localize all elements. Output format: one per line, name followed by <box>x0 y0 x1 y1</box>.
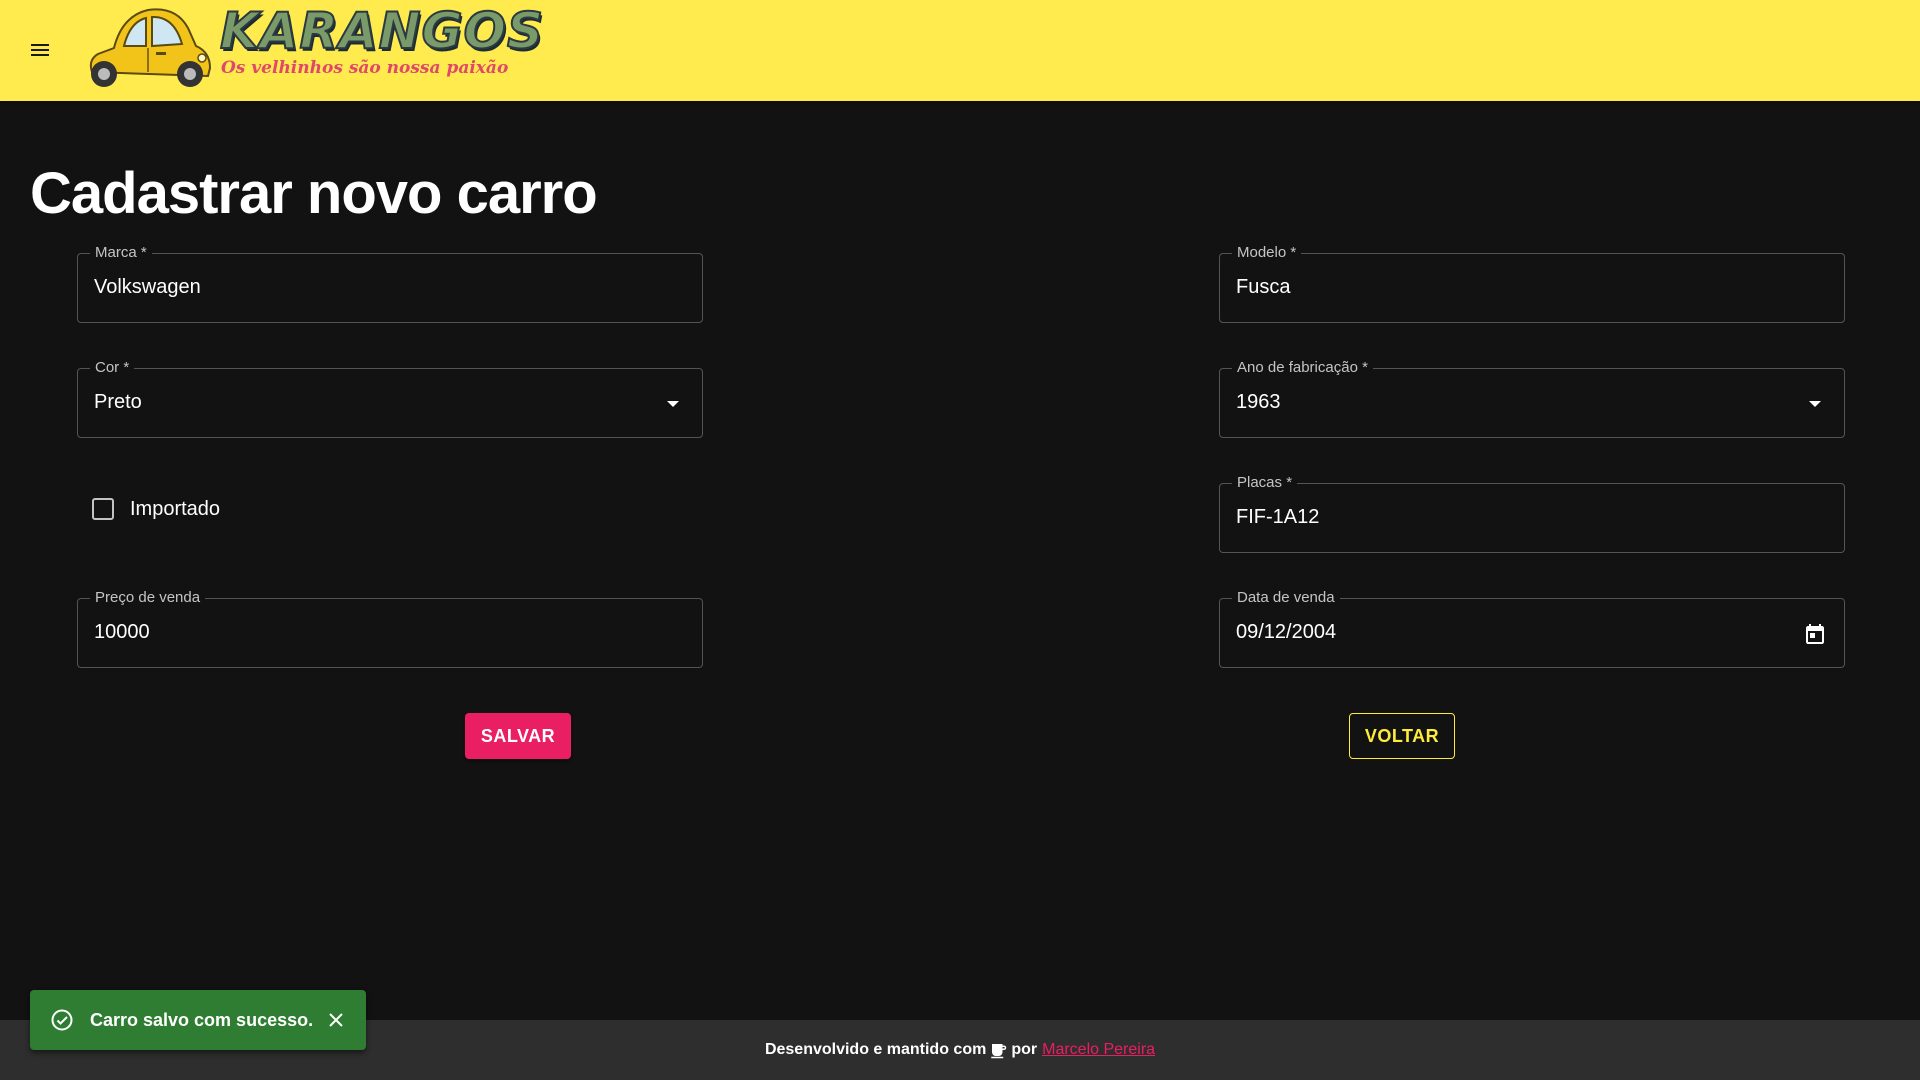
app-bar: KARANGOS Os velhinhos são nossa paixão <box>0 0 1920 101</box>
dropdown-arrow-icon[interactable] <box>660 391 686 417</box>
preco-venda-field[interactable]: Preço de venda 10000 <box>77 589 703 668</box>
success-snackbar: Carro salvo com sucesso. <box>30 990 366 1050</box>
logo[interactable]: KARANGOS Os velhinhos são nossa paixão <box>84 1 544 94</box>
marca-label: Marca * <box>90 244 152 261</box>
coffee-icon <box>991 1044 1007 1059</box>
ano-value[interactable]: 1963 <box>1236 391 1281 414</box>
preco-label: Preço de venda <box>90 589 206 606</box>
car-logo-image <box>89 8 212 87</box>
placas-value[interactable]: FIF-1A12 <box>1236 506 1319 529</box>
calendar-icon[interactable] <box>1802 621 1828 647</box>
placas-field[interactable]: Placas * FIF-1A12 <box>1219 474 1845 553</box>
logo-subtitle: Os velhinhos são nossa paixão <box>221 58 509 78</box>
ano-fabricacao-select[interactable]: Ano de fabricação * 1963 <box>1219 359 1845 438</box>
placas-label: Placas * <box>1232 474 1298 491</box>
save-button[interactable]: SALVAR <box>465 713 571 759</box>
dropdown-arrow-icon[interactable] <box>1802 391 1828 417</box>
cor-select[interactable]: Cor * Preto <box>77 359 703 438</box>
footer-text: Desenvolvido e mantido com <box>764 1041 987 1058</box>
ano-label: Ano de fabricação * <box>1232 359 1373 376</box>
importado-checkbox[interactable] <box>92 498 114 520</box>
importado-label: Importado <box>130 497 221 520</box>
data-venda-field[interactable]: Data de venda 09/12/2004 <box>1219 589 1845 668</box>
snackbar-message: Carro salvo com sucesso. <box>90 1009 314 1030</box>
cor-label: Cor * <box>90 359 135 376</box>
logo-title: KARANGOS <box>219 1 545 61</box>
menu-button[interactable] <box>20 30 60 70</box>
marca-field[interactable]: Marca * Volkswagen <box>77 244 703 323</box>
back-button[interactable]: VOLTAR <box>1349 713 1455 759</box>
cor-value[interactable]: Preto <box>94 391 142 414</box>
check-circle-icon <box>50 1007 76 1033</box>
marca-value[interactable]: Volkswagen <box>94 276 201 299</box>
modelo-label: Modelo * <box>1232 244 1302 261</box>
importado-checkbox-row[interactable]: Importado <box>86 494 220 524</box>
menu-icon <box>31 44 49 56</box>
modelo-value[interactable]: Fusca <box>1236 276 1290 299</box>
footer-por: por <box>1011 1041 1038 1058</box>
author-link[interactable]: Marcelo Pereira <box>1042 1041 1155 1059</box>
modelo-field[interactable]: Modelo * Fusca <box>1219 244 1845 323</box>
preco-value[interactable]: 10000 <box>94 621 150 644</box>
data-venda-value[interactable]: 09/12/2004 <box>1236 621 1336 644</box>
close-icon[interactable] <box>324 1008 348 1032</box>
data-venda-label: Data de venda <box>1232 589 1340 606</box>
page-title: Cadastrar novo carro <box>30 161 598 226</box>
